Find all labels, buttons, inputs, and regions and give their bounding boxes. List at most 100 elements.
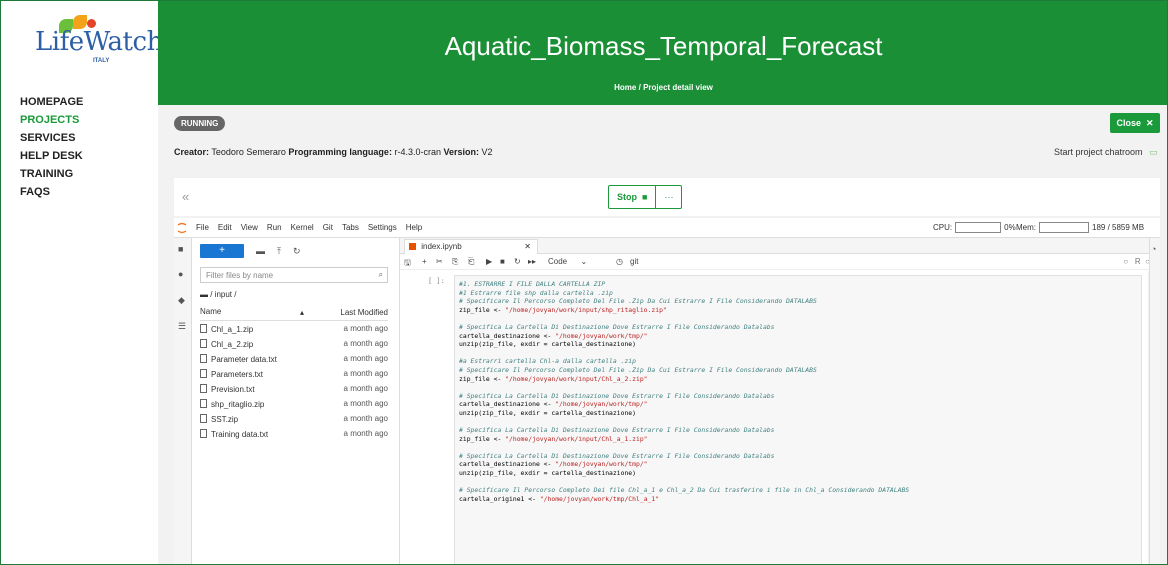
menu-settings[interactable]: Settings bbox=[368, 223, 397, 232]
notebook-icon bbox=[409, 243, 416, 250]
code-string: "/home/jovyan/work/input/Chl_a_1.zip" bbox=[505, 434, 648, 443]
cell-type-select[interactable]: Code ⌄ bbox=[548, 257, 587, 266]
chatroom-link[interactable]: Start project chatroom ▭ bbox=[1054, 147, 1158, 158]
jupyter-logo-icon bbox=[177, 222, 187, 234]
add-cell-icon[interactable]: + bbox=[422, 257, 427, 266]
file-icon bbox=[200, 384, 207, 393]
run-icon[interactable]: ▶ bbox=[486, 257, 492, 266]
file-browser: + ▬ ⤒ ↻ Filter files by name ⌕ ▬ / input… bbox=[192, 238, 400, 564]
nav-item-services[interactable]: SERVICES bbox=[20, 129, 83, 147]
property-inspector-icon[interactable]: ◔ bbox=[1151, 244, 1156, 254]
kernel-busy-icon: ○ bbox=[1123, 257, 1133, 266]
filter-files-input[interactable]: Filter files by name ⌕ bbox=[200, 267, 388, 283]
file-row[interactable]: Training data.txt a month ago bbox=[200, 429, 388, 444]
code-string: "/home/jovyan/work/tmp/Chl_a_1" bbox=[539, 494, 660, 503]
git-diff-button[interactable]: git bbox=[630, 257, 638, 266]
clock-icon[interactable]: ◷ bbox=[616, 257, 623, 266]
menu-edit[interactable]: Edit bbox=[218, 223, 232, 232]
control-strip: « Stop ■ ··· bbox=[174, 178, 1160, 216]
code-string: "/home/jovyan/work/tmp/" bbox=[555, 460, 648, 469]
more-options-button[interactable]: ··· bbox=[656, 185, 683, 209]
code-text: #1. ESTRARRE I FILE DALLA CARTELLA ZIP bbox=[459, 280, 606, 288]
save-icon[interactable]: 🖫 bbox=[404, 257, 411, 271]
status-badge: RUNNING bbox=[174, 116, 226, 131]
lifewatch-logo[interactable]: LifeWatch ITALY bbox=[35, 15, 163, 64]
nav-item-homepage[interactable]: HOMEPAGE bbox=[20, 93, 83, 111]
file-modified: a month ago bbox=[343, 414, 388, 423]
creator-label: Creator: bbox=[174, 147, 210, 157]
code-cell-editor[interactable]: #1. ESTRARRE I FILE DALLA CARTELLA ZIP #1… bbox=[454, 275, 1142, 564]
upload-icon[interactable]: ⤒ bbox=[277, 246, 281, 257]
file-row[interactable]: Parameter data.txt a month ago bbox=[200, 354, 388, 369]
breadcrumb-separator: / bbox=[638, 83, 641, 92]
breadcrumb-home[interactable]: Home bbox=[614, 83, 636, 92]
nav-item-faqs[interactable]: FAQS bbox=[20, 183, 83, 201]
folder-icon[interactable]: ■ bbox=[178, 244, 188, 254]
jupyter-left-sidebar: ■ ● ◆ ☰ bbox=[174, 238, 192, 564]
menu-git[interactable]: Git bbox=[323, 223, 333, 232]
git-icon[interactable]: ◆ bbox=[178, 295, 188, 305]
close-button[interactable]: Close ✕ bbox=[1110, 113, 1160, 133]
file-row[interactable]: Chl_a_1.zip a month ago bbox=[200, 324, 388, 339]
menu-run[interactable]: Run bbox=[267, 223, 282, 232]
collapse-icon[interactable]: « bbox=[182, 189, 189, 204]
close-icon: ✕ bbox=[1143, 118, 1154, 128]
table-of-contents-icon[interactable]: ☰ bbox=[178, 321, 188, 331]
cpu-indicator: CPU: 0% bbox=[933, 222, 1016, 233]
file-name: shp_ritaglio.zip bbox=[211, 400, 265, 409]
page-header: Aquatic_Biomass_Temporal_Forecast Home /… bbox=[158, 1, 1167, 105]
cpu-label: CPU: bbox=[933, 223, 953, 232]
menu-file[interactable]: File bbox=[196, 223, 209, 232]
interrupt-icon[interactable]: ■ bbox=[500, 257, 505, 266]
jupyter-menu-items: File Edit View Run Kernel Git Tabs Settings Help bbox=[196, 223, 422, 232]
language-value: r-4.3.0-cran bbox=[394, 147, 441, 157]
restart-icon[interactable]: ↻ bbox=[514, 257, 521, 266]
code-text: # Specificare Il Percorso Completo Del F… bbox=[459, 297, 817, 306]
nav-item-training[interactable]: TRAINING bbox=[20, 165, 83, 183]
file-modified: a month ago bbox=[343, 369, 388, 378]
nav-item-help-desk[interactable]: HELP DESK bbox=[20, 147, 83, 165]
file-row[interactable]: shp_ritaglio.zip a month ago bbox=[200, 399, 388, 414]
menu-tabs[interactable]: Tabs bbox=[342, 223, 359, 232]
file-name: Training data.txt bbox=[211, 430, 269, 439]
menu-help[interactable]: Help bbox=[406, 223, 422, 232]
code-text: #1 Estrarre file shp dalla cartella .zip bbox=[459, 288, 613, 297]
file-row[interactable]: Chl_a_2.zip a month ago bbox=[200, 339, 388, 354]
code-line: # Specifica La Cartella Di Destinazione … bbox=[459, 323, 1137, 332]
file-row[interactable]: Prevision.txt a month ago bbox=[200, 384, 388, 399]
column-last-modified[interactable]: Last Modified bbox=[340, 308, 388, 317]
code-text: unzip(zip_file, exdir = cartella_destina… bbox=[459, 340, 636, 349]
memory-bar bbox=[1039, 222, 1089, 233]
code-text: # Specifica La Cartella Di Destinazione … bbox=[459, 391, 775, 400]
current-path[interactable]: ▬ / input / bbox=[200, 290, 236, 299]
file-row[interactable]: Parameters.txt a month ago bbox=[200, 369, 388, 384]
refresh-icon[interactable]: ↻ bbox=[293, 246, 301, 257]
code-line: #1 Estrarre file shp dalla cartella .zip bbox=[459, 289, 1137, 298]
menu-kernel[interactable]: Kernel bbox=[291, 223, 314, 232]
file-row[interactable]: SST.zip a month ago bbox=[200, 414, 388, 429]
main-menu: HOMEPAGE PROJECTS SERVICES HELP DESK TRAININ… bbox=[20, 93, 83, 201]
file-name: SST.zip bbox=[211, 415, 239, 424]
cell-type-label: Code bbox=[548, 257, 568, 266]
restart-run-all-icon[interactable]: ▸▸ bbox=[528, 257, 536, 266]
file-browser-toolbar: + ▬ ⤒ ↻ bbox=[200, 244, 301, 258]
new-launcher-button[interactable]: + bbox=[200, 244, 244, 258]
close-tab-icon[interactable]: ✕ bbox=[524, 242, 531, 251]
version-value: V2 bbox=[481, 147, 493, 157]
column-name[interactable]: Name bbox=[200, 307, 221, 316]
breadcrumb-current: Project detail view bbox=[643, 83, 713, 92]
new-folder-icon[interactable]: ▬ bbox=[256, 246, 265, 256]
menu-view[interactable]: View bbox=[241, 223, 258, 232]
copy-icon[interactable]: ⎘ bbox=[452, 257, 458, 267]
paste-icon[interactable]: ⎗ bbox=[468, 257, 474, 267]
memory-indicator: Mem: 189 / 5859 MB bbox=[1016, 222, 1144, 233]
cut-icon[interactable]: ✂ bbox=[436, 257, 443, 266]
running-kernels-icon[interactable]: ● bbox=[178, 269, 188, 279]
nav-item-projects[interactable]: PROJECTS bbox=[20, 111, 83, 129]
code-string: "/home/jovyan/work/input/shp_ritaglio.zi… bbox=[505, 305, 667, 314]
stop-button[interactable]: Stop ■ bbox=[608, 185, 657, 209]
tab-index-ipynb[interactable]: index.ipynb ✕ bbox=[404, 239, 538, 254]
